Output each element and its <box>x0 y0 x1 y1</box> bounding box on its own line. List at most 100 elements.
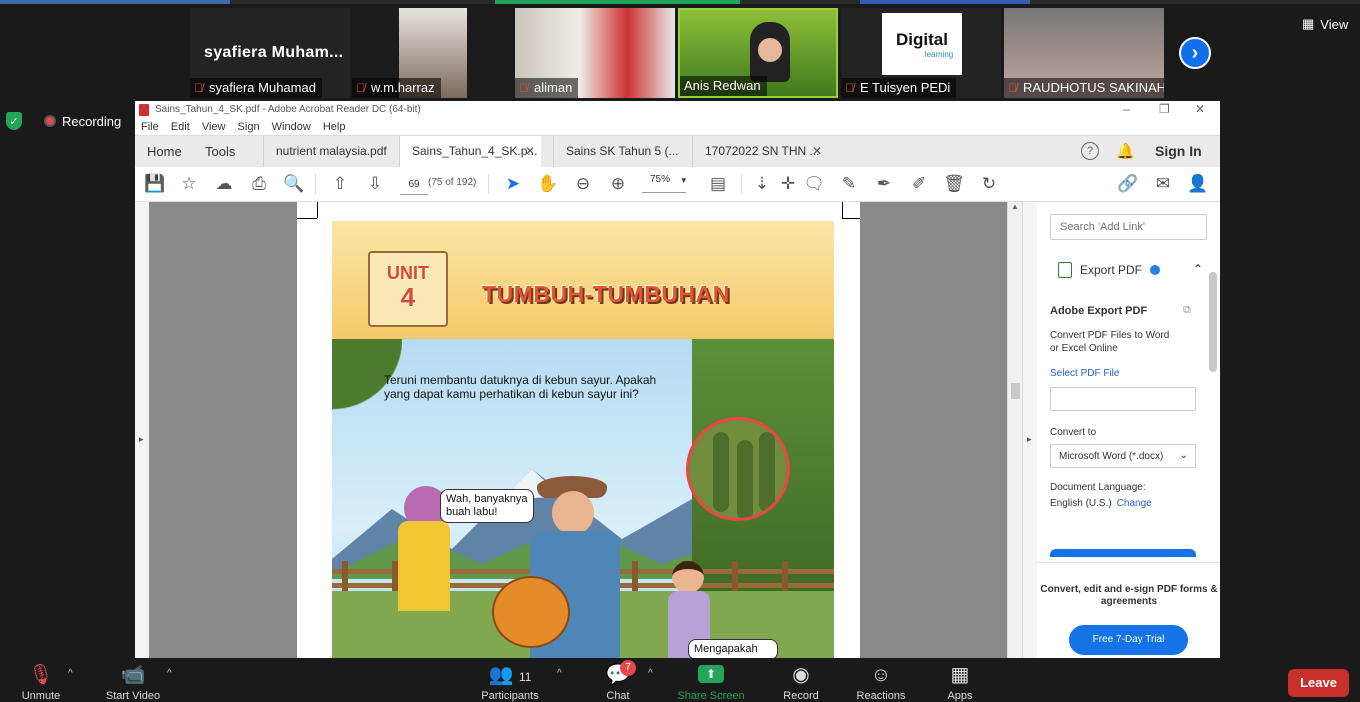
convert-format-select[interactable]: Microsoft Word (*.docx) ⌄ <box>1050 444 1196 468</box>
link-icon[interactable]: 🔗 <box>1117 174 1139 194</box>
leave-button[interactable]: Leave <box>1288 669 1349 697</box>
search-zoom-icon[interactable]: 🔍 <box>283 174 305 194</box>
tab-home[interactable]: Home <box>147 144 182 159</box>
menu-window[interactable]: Window <box>272 121 311 133</box>
participants-icon: 👥 <box>488 664 514 686</box>
hand-tool-icon[interactable]: ✋ <box>537 174 559 194</box>
toolbar: 💾 ☆ ☁ ⎙ 🔍 ⇧ ⇩ (75 of 192) ➤ ✋ ⊖ ⊕ 75% ▾ … <box>135 167 1220 202</box>
sign-pen-icon[interactable]: ✒ <box>873 174 895 194</box>
participant-tile-4-active[interactable]: Anis Redwan <box>678 8 838 98</box>
bookmark-star-icon[interactable]: ☆ <box>178 174 200 194</box>
menu-help[interactable]: Help <box>323 121 346 133</box>
chevron-up-icon[interactable]: ^ <box>167 668 172 679</box>
restore-icon[interactable]: ❐ <box>1159 102 1170 116</box>
scroll-mode-icon[interactable]: ⇣ <box>751 174 773 194</box>
smiley-icon: ☺ <box>870 664 892 686</box>
divider <box>1037 562 1220 563</box>
chevron-up-icon[interactable]: ^ <box>557 668 562 679</box>
participant-tile-1[interactable]: syafiera Muham... 🎙̸ syafiera Muhamad <box>190 8 350 98</box>
menu-view[interactable]: View <box>202 121 226 133</box>
select-pdf-file-link[interactable]: Select PDF File <box>1050 368 1119 379</box>
unmute-button[interactable]: 🎙 Unmute <box>18 665 64 702</box>
convert-button-partial[interactable] <box>1050 549 1196 557</box>
export-pdf-header[interactable]: Export PDF <box>1058 262 1161 278</box>
participants-button[interactable]: 👥 11 Participants <box>475 665 545 702</box>
record-button[interactable]: ◉ Record <box>778 665 824 702</box>
next-page-icon[interactable]: ⇩ <box>364 174 386 194</box>
chevron-up-icon[interactable]: ^ <box>68 668 73 679</box>
change-language-link[interactable]: Change <box>1117 498 1152 509</box>
page-display-icon[interactable]: ▤ <box>707 174 729 194</box>
redo-icon[interactable]: ↻ <box>978 174 1000 194</box>
menu-file[interactable]: File <box>141 121 159 133</box>
menu-sign[interactable]: Sign <box>238 121 260 133</box>
close-icon[interactable]: ✕ <box>1195 102 1205 116</box>
chevron-down-icon: ⌄ <box>1179 450 1188 461</box>
chevron-up-icon[interactable]: ^ <box>648 668 653 679</box>
select-cursor-icon[interactable]: ➤ <box>502 174 524 194</box>
doc-tab-17072022[interactable]: 17072022 SN THN ... ✕ <box>692 136 828 167</box>
comment-icon[interactable]: 🗨 <box>803 174 825 194</box>
marquee-zoom-icon[interactable]: ✛ <box>777 174 799 194</box>
speech-bubble-boy: Mengapakah <box>688 639 778 658</box>
unit-badge: UNIT 4 <box>368 251 448 327</box>
next-participants-button[interactable]: › <box>1179 37 1211 69</box>
help-icon[interactable]: ? <box>1081 142 1099 160</box>
share-screen-button[interactable]: ⬆ Share Screen <box>672 665 750 702</box>
zoom-in-icon[interactable]: ⊕ <box>607 174 629 194</box>
participant-tile-3[interactable]: 🎙̸ aliman <box>515 8 675 98</box>
reactions-button[interactable]: ☺ Reactions <box>850 665 912 702</box>
email-icon[interactable]: ✉ <box>1152 174 1174 194</box>
zoom-out-icon[interactable]: ⊖ <box>572 174 594 194</box>
toolbar-separator <box>741 174 742 194</box>
start-video-button[interactable]: 📹 Start Video <box>100 665 166 702</box>
scrollbar-thumb[interactable] <box>1011 383 1020 399</box>
chevron-up-icon[interactable]: ⌃ <box>1193 262 1203 276</box>
bell-icon[interactable]: 🔔 <box>1116 142 1135 160</box>
prev-page-icon[interactable]: ⇧ <box>329 174 351 194</box>
sign-in-button[interactable]: Sign In <box>1155 143 1202 159</box>
close-tab-icon[interactable]: ✕ <box>812 136 822 167</box>
tools-search-input[interactable] <box>1050 214 1207 240</box>
upload-cloud-icon[interactable]: ☁ <box>213 174 235 194</box>
participant-tile-5[interactable]: Digital learning 🎙̸ E Tuisyen PEDi <box>841 8 1001 98</box>
intro-text: Teruni membantu datuknya di kebun sayur.… <box>384 373 657 401</box>
chapter-banner: UNIT 4 TUMBUH-TUMBUHAN <box>332 221 834 339</box>
participant-tile-2[interactable]: 🎙̸ w.m.harraz <box>352 8 512 98</box>
recording-status[interactable]: Recording <box>44 114 121 129</box>
menu-edit[interactable]: Edit <box>171 121 190 133</box>
unit-number: 4 <box>400 282 416 312</box>
doc-tab-nutrient[interactable]: nutrient malaysia.pdf <box>263 136 399 167</box>
pdf-page: UNIT 4 TUMBUH-TUMBUHAN Teruni membantu d… <box>297 202 860 658</box>
minimize-icon[interactable]: – <box>1123 102 1130 116</box>
left-panel-toggle[interactable]: ▸ <box>135 202 149 658</box>
edit-text-icon[interactable]: ✐ <box>908 174 930 194</box>
crop-mark <box>842 202 843 218</box>
top-status-line <box>0 0 1360 4</box>
pane-scrollbar[interactable] <box>1207 254 1219 554</box>
scroll-up-icon[interactable]: ▲ <box>1011 202 1019 211</box>
pdf-file-field[interactable] <box>1050 387 1196 411</box>
free-trial-button[interactable]: Free 7-Day Trial <box>1069 625 1188 655</box>
doc-tab-sains-tahun-4[interactable]: Sains_Tahun_4_SK.p... ✕ <box>399 136 541 167</box>
document-scrollbar[interactable]: ▲ <box>1007 202 1023 658</box>
zoom-level-select[interactable]: 75% ▾ <box>642 174 686 193</box>
toolbar-separator <box>488 174 489 194</box>
participant-tile-6[interactable]: 🎙̸ RAUDHOTUS SAKINAH <box>1004 8 1164 98</box>
chevron-right-icon: ▸ <box>139 434 144 444</box>
tab-tools[interactable]: Tools <box>205 144 235 159</box>
participant-name-label: 🎙̸ RAUDHOTUS SAKINAH <box>1004 78 1164 98</box>
delete-icon[interactable]: 🗑 <box>943 174 965 194</box>
view-button[interactable]: ▦ View <box>1302 16 1348 32</box>
save-icon[interactable]: 💾 <box>144 174 166 194</box>
close-tab-icon[interactable]: ✕ <box>525 136 535 167</box>
highlight-pen-icon[interactable]: ✎ <box>838 174 860 194</box>
doc-tab-sains-tahun-5[interactable]: Sains SK Tahun 5 (... <box>553 136 683 167</box>
page-number-input[interactable] <box>400 174 428 195</box>
copy-icon[interactable]: ⧉ <box>1183 304 1191 317</box>
apps-button[interactable]: ▦ Apps <box>940 665 980 702</box>
share-user-icon[interactable]: 👤 <box>1187 174 1209 194</box>
document-viewport[interactable]: ▸ UNIT 4 TUMBUH-TUMBUHAN Teruni membantu… <box>135 202 1023 658</box>
right-panel-toggle[interactable]: ▸ <box>1023 202 1037 658</box>
print-icon[interactable]: ⎙ <box>248 174 270 194</box>
